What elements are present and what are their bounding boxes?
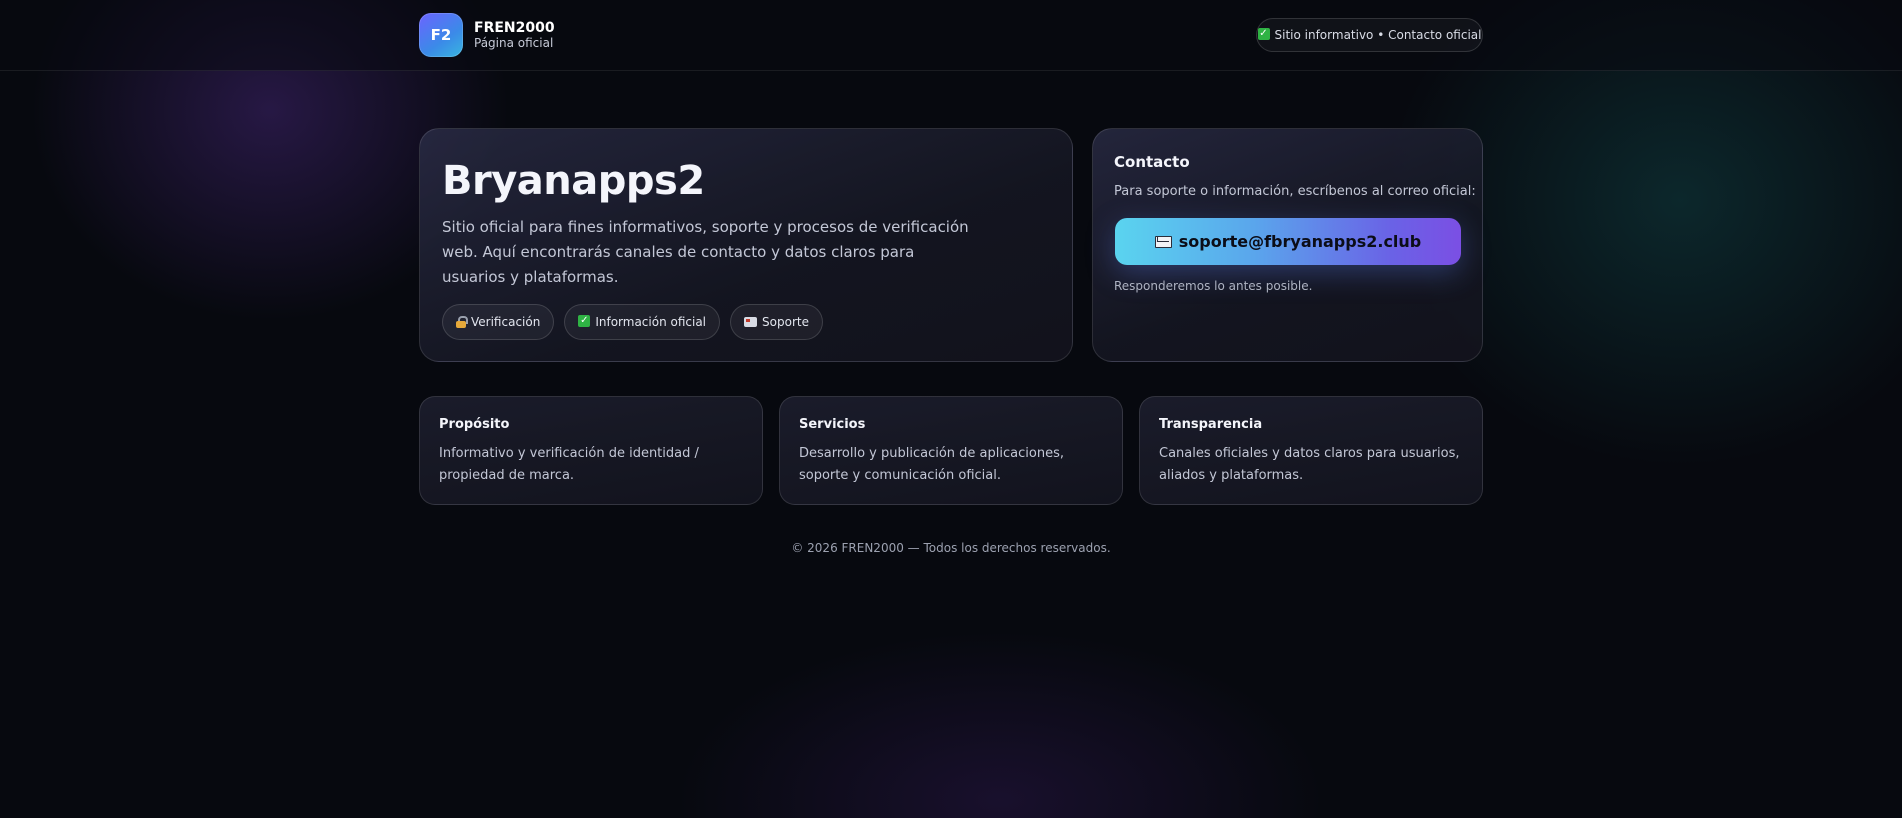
lock-icon — [456, 316, 468, 328]
info-card-text: Desarrollo y publicación de aplicaciones… — [799, 446, 1064, 483]
brand[interactable]: F2 FREN2000 Página oficial — [419, 13, 555, 57]
check-icon: ✓ — [1257, 28, 1270, 40]
chip-list: Verificación ✓ Información oficial Sopor… — [442, 304, 823, 340]
contact-title: Contacto — [1114, 153, 1190, 171]
top-bar: F2 FREN2000 Página oficial ✓ Sitio infor… — [0, 0, 1902, 71]
contact-card: Contacto Para soporte o información, esc… — [1092, 128, 1483, 362]
info-card-text: Informativo y verificación de identidad … — [439, 446, 699, 483]
hero-card: Bryanapps2 Sitio oficial para fines info… — [419, 128, 1073, 362]
chip-label: Información oficial — [595, 315, 707, 329]
status-pill: ✓ Sitio informativo • Contacto oficial — [1256, 18, 1483, 52]
hero-description: Sitio oficial para fines informativos, s… — [442, 218, 969, 286]
email-button[interactable]: soporte@fbryanapps2.club — [1115, 218, 1461, 265]
chip-informacion-oficial[interactable]: ✓ Información oficial — [564, 304, 721, 340]
brand-logo: F2 — [419, 13, 463, 57]
chip-soporte[interactable]: Soporte — [730, 304, 823, 340]
info-card-title: Transparencia — [1159, 417, 1263, 432]
contact-description: Para soporte o información, escríbenos a… — [1114, 184, 1476, 199]
page-title: Bryanapps2 — [442, 158, 705, 204]
contact-note: Responderemos lo antes posible. — [1114, 279, 1313, 293]
brand-text: FREN2000 Página oficial — [474, 19, 555, 50]
chip-label: Soporte — [762, 315, 809, 329]
info-card-proposito: Propósito Informativo y verificación de … — [419, 396, 763, 505]
footer: © 2026 FREN2000 — Todos los derechos res… — [791, 541, 1111, 555]
envelope-icon — [1154, 235, 1172, 248]
status-pill-text: Sitio informativo • Contacto oficial — [1274, 28, 1482, 42]
info-card-title: Servicios — [799, 417, 866, 432]
info-card-transparencia: Transparencia Canales oficiales y datos … — [1139, 396, 1483, 505]
info-card-text: Canales oficiales y datos claros para us… — [1159, 446, 1460, 483]
mailbox-icon — [744, 317, 758, 327]
brand-subtitle: Página oficial — [474, 35, 554, 50]
chip-verificacion[interactable]: Verificación — [442, 304, 555, 340]
brand-name: FREN2000 — [474, 19, 555, 36]
check-icon: ✓ — [578, 315, 591, 327]
chip-label: Verificación — [471, 315, 541, 329]
info-card-title: Propósito — [439, 417, 510, 432]
info-card-servicios: Servicios Desarrollo y publicación de ap… — [779, 396, 1123, 505]
email-address: soporte@fbryanapps2.club — [1178, 232, 1422, 251]
